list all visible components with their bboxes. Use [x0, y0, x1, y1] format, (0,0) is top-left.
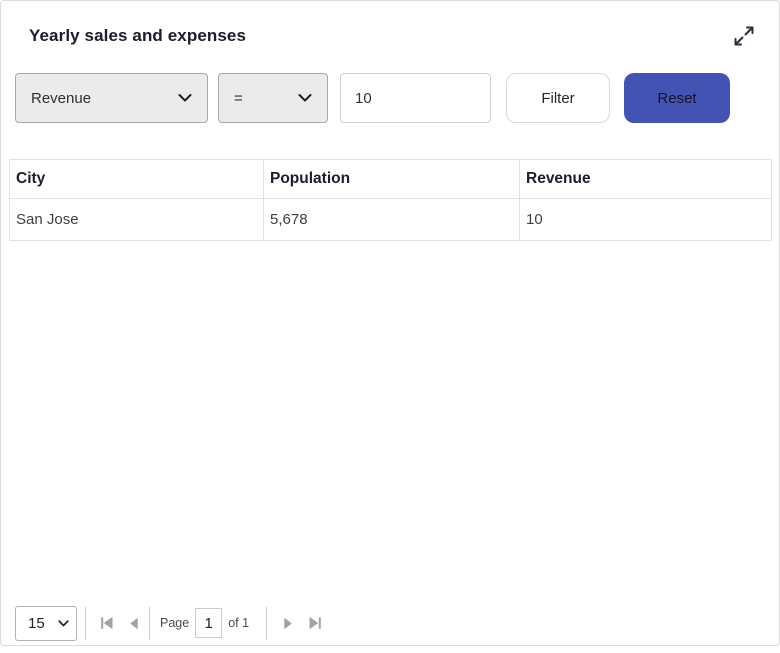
cell-city: San Jose [9, 198, 264, 241]
previous-page-icon [128, 617, 141, 630]
column-header-population[interactable]: Population [263, 159, 520, 199]
last-page-icon [308, 616, 322, 630]
column-header-city[interactable]: City [9, 159, 264, 199]
page-size-select[interactable]: 15 [15, 605, 77, 641]
divider [85, 606, 86, 640]
table-row[interactable]: San Jose 5,678 10 [9, 198, 772, 241]
column-header-revenue[interactable]: Revenue [519, 159, 772, 199]
filter-field-select[interactable]: Revenue [15, 73, 208, 123]
panel-header: Yearly sales and expenses [1, 1, 779, 49]
cell-revenue: 10 [519, 198, 772, 241]
pagination-bar: 15 Page 1 of 1 [15, 604, 322, 642]
table-header-row: City Population Revenue [9, 159, 772, 199]
filter-button[interactable]: Filter [506, 73, 610, 123]
last-page-button[interactable] [308, 616, 322, 630]
expand-arrows-icon [732, 24, 756, 48]
yearly-sales-panel: Yearly sales and expenses Revenue = 10 F… [0, 0, 780, 646]
filter-bar: Revenue = Filter Reset [15, 73, 765, 123]
previous-page-button[interactable] [128, 617, 141, 630]
first-page-button[interactable] [100, 616, 114, 630]
filter-operator-select[interactable]: = [218, 73, 328, 123]
divider [149, 606, 150, 640]
reset-button[interactable]: Reset [624, 73, 730, 123]
page-label: Page [160, 616, 190, 630]
filter-value-input[interactable] [340, 73, 491, 123]
first-page-icon [100, 616, 114, 630]
cell-population: 5,678 [263, 198, 520, 241]
next-page-button[interactable] [281, 617, 294, 630]
data-table: City Population Revenue San Jose 5,678 1… [9, 159, 772, 241]
next-page-icon [281, 617, 294, 630]
page-title: Yearly sales and expenses [29, 26, 247, 45]
page-of-label: of 1 [228, 616, 250, 630]
expand-button[interactable] [731, 23, 757, 49]
page-number-input[interactable] [195, 608, 223, 638]
divider [266, 606, 268, 640]
